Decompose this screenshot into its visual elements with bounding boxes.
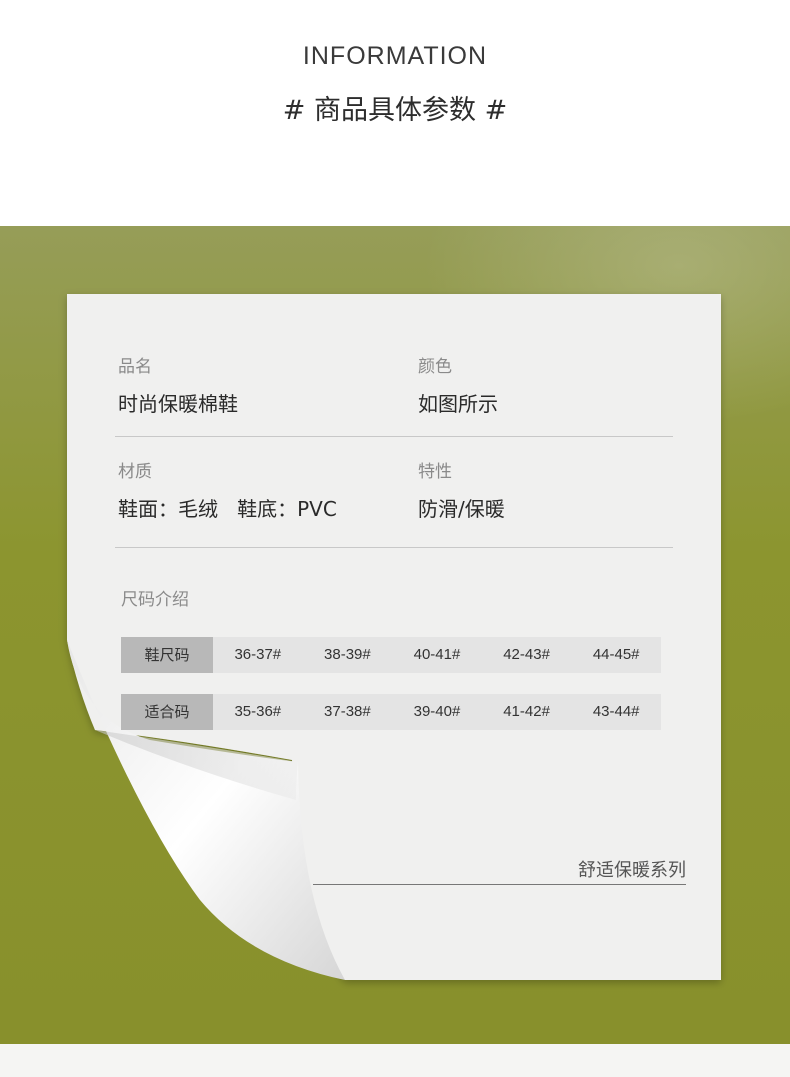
- size-cell: 38-39#: [324, 646, 371, 663]
- size-cell: 42-43#: [503, 646, 550, 663]
- material-value: 鞋面：毛绒 鞋底：PVC: [118, 497, 337, 521]
- size-cell: 44-45#: [592, 646, 640, 663]
- size-row-cells: 35-36# 37-38# 39-40# 41-42# 43-44#: [213, 694, 661, 730]
- size-cell: 41-42#: [503, 703, 550, 720]
- size-row-shoe: 鞋尺码 36-37# 38-39# 40-41# 42-43# 44-45#: [121, 637, 661, 673]
- size-row-cells: 36-37# 38-39# 40-41# 42-43# 44-45#: [213, 637, 661, 673]
- product-name-label: 品名: [118, 357, 152, 377]
- size-cell: 40-41#: [413, 646, 461, 663]
- divider-2: [115, 547, 673, 548]
- size-cell: 43-44#: [592, 703, 640, 720]
- size-row-header: 适合码: [121, 694, 213, 730]
- size-row-fit: 适合码 35-36# 37-38# 39-40# 41-42# 43-44#: [121, 694, 661, 730]
- divider-1: [115, 436, 673, 437]
- size-row-header: 鞋尺码: [121, 637, 213, 673]
- feature-value: 防滑/保暖: [418, 497, 505, 521]
- size-intro-label: 尺码介绍: [121, 590, 189, 610]
- color-value: 如图所示: [418, 392, 498, 416]
- size-cell: 35-36#: [234, 703, 282, 720]
- size-cell: 36-37#: [234, 646, 282, 663]
- series-caption: 舒适保暖系列: [578, 860, 686, 881]
- feature-label: 特性: [418, 462, 452, 482]
- size-cell: 39-40#: [413, 703, 461, 720]
- color-label: 颜色: [418, 357, 452, 377]
- material-label: 材质: [118, 462, 152, 482]
- series-underline: [313, 884, 686, 885]
- product-name-value: 时尚保暖棉鞋: [118, 392, 238, 416]
- size-cell: 37-38#: [324, 703, 371, 720]
- paper-sheet: [67, 294, 721, 980]
